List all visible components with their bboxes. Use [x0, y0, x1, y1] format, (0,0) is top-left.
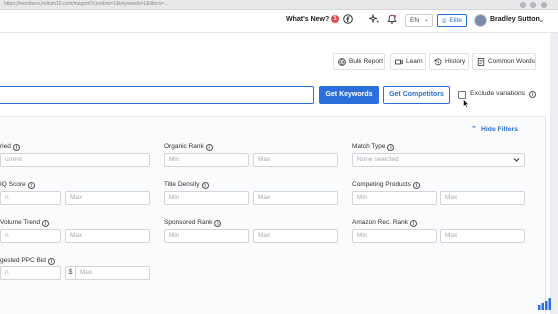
- volume-trend-min-input[interactable]: n: [0, 229, 61, 243]
- suggested-ppc-bid-max-input[interactable]: Max: [75, 266, 150, 280]
- amazon-rec-rank-label-text: Amazon Rec. Rank: [352, 219, 408, 226]
- queried-label-text: ried: [0, 143, 11, 150]
- iq-score-min-input[interactable]: n: [0, 191, 61, 205]
- history-icon: [434, 58, 442, 66]
- suggested-ppc-bid-label-text: gested PPC Bid: [0, 257, 46, 264]
- iq-score-label: IQ Score i: [0, 181, 35, 189]
- queried-select[interactable]: urrent: [0, 153, 150, 167]
- info-icon[interactable]: i: [412, 182, 420, 189]
- profile-icon[interactable]: [541, 2, 547, 8]
- extension-icon[interactable]: [520, 2, 526, 8]
- info-icon[interactable]: i: [410, 220, 417, 227]
- common-words-button[interactable]: Common Words: [472, 53, 536, 70]
- filters-panel: [0, 116, 546, 314]
- organic-rank-label-text: Organic Rank: [164, 143, 204, 150]
- match-type-value: None selected: [357, 156, 399, 163]
- app-logo-icon: [538, 298, 551, 310]
- amazon-rec-rank-max-input[interactable]: Max: [440, 229, 525, 243]
- learn-button[interactable]: Learn: [390, 53, 426, 70]
- info-icon[interactable]: i: [12, 144, 20, 151]
- page-scrollbar[interactable]: [550, 33, 558, 314]
- common-words-label: Common Words: [488, 58, 535, 65]
- match-type-label-text: Match Type: [352, 143, 386, 150]
- learn-label: Learn: [406, 58, 423, 65]
- sponsored-rank-label-text: Sponsored Rank: [164, 219, 213, 226]
- suggested-ppc-bid-min-input[interactable]: n: [0, 266, 61, 280]
- amazon-rec-rank-min-input[interactable]: Min: [352, 229, 437, 243]
- url-text: https://members.helium10.com/magnet?cere…: [4, 1, 169, 7]
- queried-label: ried i: [0, 143, 20, 151]
- suggested-ppc-bid-label: gested PPC Bid i: [0, 257, 55, 265]
- notification-badge: 1: [331, 15, 339, 23]
- info-icon[interactable]: i: [214, 220, 222, 227]
- info-icon[interactable]: i: [42, 220, 50, 227]
- title-density-label: Title Density i: [164, 181, 209, 189]
- plan-badge-button[interactable]: ♕ Elite: [437, 14, 467, 27]
- get-keywords-button[interactable]: Get Keywords: [319, 86, 379, 104]
- competing-products-label-text: Competing Products: [352, 181, 411, 188]
- match-type-label: Match Type i: [352, 143, 395, 151]
- hide-filters-link[interactable]: ⌃ Hide Filters: [471, 126, 519, 133]
- plan-label: Elite: [449, 17, 462, 24]
- info-icon[interactable]: i: [387, 144, 395, 151]
- volume-trend-label: Volume Trend i: [0, 219, 50, 227]
- globe-icon: [338, 58, 346, 66]
- sparkle-icon[interactable]: [369, 14, 379, 24]
- bell-icon[interactable]: [387, 14, 397, 24]
- avatar[interactable]: [474, 14, 487, 27]
- whats-new-link[interactable]: What's New?: [286, 16, 329, 23]
- sponsored-rank-min-input[interactable]: Min: [164, 229, 249, 243]
- crown-icon: ♕: [441, 18, 448, 25]
- title-density-max-input[interactable]: Max: [253, 191, 338, 205]
- chevron-up-icon: ⌃: [471, 126, 477, 133]
- match-type-select[interactable]: None selected: [352, 153, 525, 167]
- keyword-search-input[interactable]: [0, 86, 314, 104]
- browser-address-bar[interactable]: https://members.helium10.com/magnet?cere…: [0, 0, 558, 10]
- exclude-variations-checkbox[interactable]: [458, 91, 466, 99]
- competing-products-label: Competing Products i: [352, 181, 420, 189]
- facebook-icon[interactable]: [343, 14, 353, 24]
- title-density-min-input[interactable]: Min: [164, 191, 249, 205]
- competing-products-min-input[interactable]: Min: [352, 191, 437, 205]
- sponsored-rank-max-input[interactable]: Max: [253, 229, 338, 243]
- info-icon[interactable]: i: [201, 182, 209, 189]
- organic-rank-max-input[interactable]: Max: [253, 153, 338, 167]
- get-competitors-button[interactable]: Get Competitors: [383, 86, 450, 104]
- volume-trend-label-text: Volume Trend: [0, 219, 41, 226]
- chevron-down-icon[interactable]: ⌄: [538, 15, 545, 24]
- amazon-rec-rank-label: Amazon Rec. Rank i: [352, 219, 417, 227]
- title-density-label-text: Title Density: [164, 181, 200, 188]
- info-icon[interactable]: i: [47, 258, 55, 265]
- iq-score-label-text: IQ Score: [0, 181, 26, 188]
- video-icon: [395, 59, 403, 65]
- competing-products-max-input[interactable]: Max: [440, 191, 525, 205]
- top-nav: What's New? 1 EN ⌄ ♕ Elite Bradley Sutto…: [0, 10, 558, 33]
- extension-icon[interactable]: [530, 2, 536, 8]
- organic-rank-label: Organic Rank i: [164, 143, 213, 151]
- info-icon[interactable]: i: [529, 91, 536, 98]
- sponsored-rank-label: Sponsored Rank i: [164, 219, 222, 227]
- chevron-down-icon: [513, 158, 520, 162]
- volume-trend-max-input[interactable]: Max: [65, 229, 150, 243]
- exclude-variations-label: Exclude variations: [470, 90, 526, 97]
- language-value: EN: [410, 17, 420, 24]
- bulk-report-label: Bulk Report: [349, 58, 383, 65]
- info-icon[interactable]: i: [27, 182, 35, 189]
- history-label: History: [445, 58, 466, 65]
- hide-filters-label: Hide Filters: [481, 126, 519, 133]
- document-icon: [477, 58, 485, 66]
- info-icon[interactable]: i: [205, 144, 213, 151]
- language-select[interactable]: EN ⌄: [405, 14, 433, 27]
- bulk-report-button[interactable]: Bulk Report: [333, 53, 385, 70]
- chevron-down-icon: ⌄: [423, 17, 429, 23]
- iq-score-max-input[interactable]: Max: [65, 191, 150, 205]
- history-button[interactable]: History: [429, 53, 469, 70]
- user-name[interactable]: Bradley Sutton: [490, 16, 540, 23]
- mouse-cursor-icon: [463, 99, 469, 108]
- organic-rank-min-input[interactable]: Min: [164, 153, 249, 167]
